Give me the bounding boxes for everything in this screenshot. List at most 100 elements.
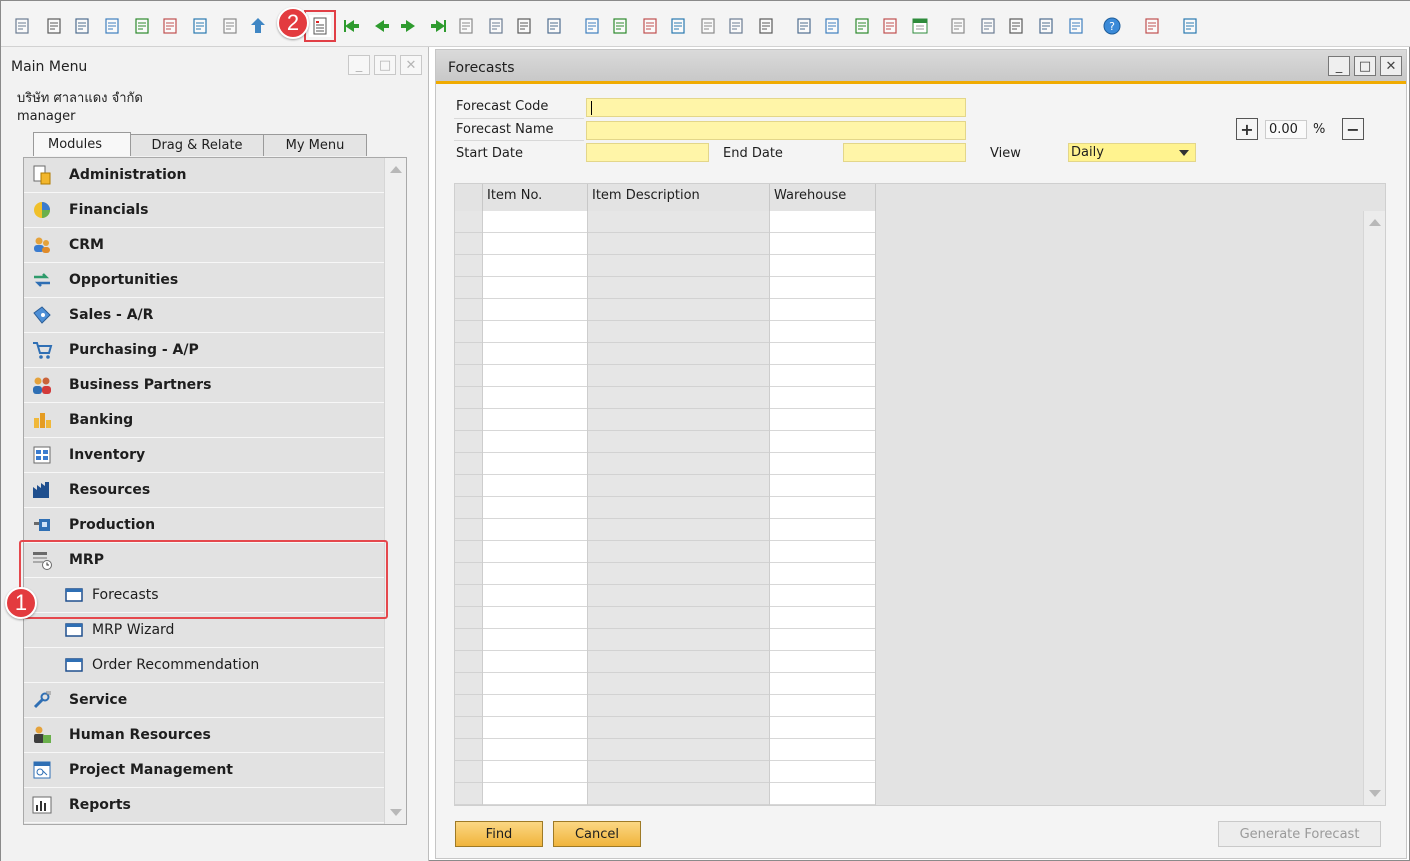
close-icon[interactable]: ✕ (1380, 56, 1402, 76)
message-alt-icon[interactable] (879, 15, 901, 37)
cost-accounting-icon[interactable] (667, 15, 689, 37)
grid-row-selector-column[interactable] (455, 211, 483, 805)
tab-modules[interactable]: Modules (33, 132, 131, 156)
export-excel-alt-icon[interactable] (159, 15, 181, 37)
module-item-sales-a-r[interactable]: Sales - A/R (24, 298, 385, 333)
module-item-crm[interactable]: CRM (24, 228, 385, 263)
next-record-icon[interactable] (397, 15, 419, 37)
email-icon[interactable] (71, 15, 93, 37)
export-pdf-icon[interactable] (219, 15, 241, 37)
message-icon[interactable] (851, 15, 873, 37)
maximize-icon[interactable]: □ (1354, 56, 1376, 76)
minimize-icon[interactable]: _ (1328, 56, 1350, 76)
module-item-banking[interactable]: Banking (24, 403, 385, 438)
module-item-label: Order Recommendation (92, 657, 260, 673)
percent-input[interactable]: 0.00 (1265, 120, 1307, 139)
increase-button[interactable]: + (1236, 118, 1258, 140)
add-on-icon[interactable] (1141, 15, 1163, 37)
help-icon[interactable]: ? (1101, 15, 1123, 37)
refresh-icon[interactable] (455, 15, 477, 37)
create-document-icon[interactable] (793, 15, 815, 37)
view-select[interactable]: Daily (1068, 143, 1196, 162)
minimize-icon[interactable]: _ (348, 55, 370, 75)
sort-icon[interactable] (513, 15, 535, 37)
module-item-financials[interactable]: Financials (24, 193, 385, 228)
percent-unit: % (1313, 122, 1326, 137)
module-item-label: Reports (69, 797, 131, 813)
launch-app-icon[interactable] (247, 15, 269, 37)
module-item-project-management[interactable]: Project Management (24, 753, 385, 788)
previous-record-icon[interactable] (371, 15, 393, 37)
tab-my-menu[interactable]: My Menu (263, 134, 367, 156)
document-journal-icon[interactable] (609, 15, 631, 37)
toolbar: ? (1, 1, 1410, 47)
forecast-code-input[interactable] (586, 98, 966, 117)
last-record-icon[interactable] (427, 15, 449, 37)
add-on-2-icon[interactable] (1179, 15, 1201, 37)
grid-column-item-description[interactable] (588, 211, 770, 805)
print-icon[interactable] (43, 15, 65, 37)
forecast-name-input[interactable] (586, 121, 966, 140)
edit-icon[interactable] (755, 15, 777, 37)
grid-header-warehouse[interactable]: Warehouse (770, 184, 876, 211)
forecast-name-label: Forecast Name (456, 122, 554, 137)
grid-column-item-no[interactable] (483, 211, 588, 805)
calendar-icon[interactable] (909, 15, 931, 37)
user-icon[interactable] (1035, 15, 1057, 37)
maximize-icon[interactable]: □ (374, 55, 396, 75)
module-item-reports[interactable]: Reports (24, 788, 385, 823)
gross-profit-icon[interactable] (639, 15, 661, 37)
financial-report-icon[interactable] (697, 15, 719, 37)
module-list-scrollbar[interactable] (384, 158, 406, 824)
highlight-box-mrp (19, 540, 388, 619)
module-item-administration[interactable]: Administration (24, 158, 385, 193)
module-item-business-partners[interactable]: Business Partners (24, 368, 385, 403)
sms-icon[interactable] (101, 15, 123, 37)
query-icon[interactable] (725, 15, 747, 37)
print-preview-icon[interactable] (11, 15, 33, 37)
form-icon (64, 654, 84, 676)
module-item-production[interactable]: Production (24, 508, 385, 543)
module-item-human-resources[interactable]: Human Resources (24, 718, 385, 753)
grid-header-item-description[interactable]: Item Description (588, 184, 770, 211)
financials-icon (29, 199, 55, 221)
module-item-service[interactable]: Service (24, 683, 385, 718)
close-icon[interactable]: ✕ (400, 55, 422, 75)
production-icon (29, 514, 55, 536)
mail-alert-icon[interactable] (947, 15, 969, 37)
form-settings-icon[interactable] (304, 10, 336, 42)
first-record-icon[interactable] (341, 15, 363, 37)
generate-forecast-button[interactable]: Generate Forecast (1218, 821, 1381, 847)
filter-icon[interactable] (485, 15, 507, 37)
module-item-purchasing-a-p[interactable]: Purchasing - A/P (24, 333, 385, 368)
export-word-icon[interactable] (189, 15, 211, 37)
end-date-input[interactable] (843, 143, 966, 162)
decrease-button[interactable]: − (1342, 118, 1364, 140)
module-item-label: Banking (69, 412, 134, 428)
module-item-label: Service (69, 692, 128, 708)
tab-drag-relate[interactable]: Drag & Relate (130, 134, 264, 156)
grid-header-item-no[interactable]: Item No. (483, 184, 588, 211)
spreadsheet-icon[interactable] (977, 15, 999, 37)
start-date-input[interactable] (586, 143, 709, 162)
module-item-label: Sales - A/R (69, 307, 154, 323)
web-icon[interactable] (1065, 15, 1087, 37)
module-item-resources[interactable]: Resources (24, 473, 385, 508)
module-item-label: Purchasing - A/P (69, 342, 199, 358)
cancel-button[interactable]: Cancel (553, 821, 641, 847)
sales-icon (29, 304, 55, 326)
find-button[interactable]: Find (455, 821, 543, 847)
module-item-label: Business Partners (69, 377, 212, 393)
grid-scrollbar[interactable] (1363, 211, 1385, 805)
module-item-opportunities[interactable]: Opportunities (24, 263, 385, 298)
module-item-label: Inventory (69, 447, 146, 463)
settings-icon[interactable] (821, 15, 843, 37)
module-item-inventory[interactable]: Inventory (24, 438, 385, 473)
grid-column-warehouse[interactable] (770, 211, 876, 805)
forecast-code-label: Forecast Code (456, 99, 549, 114)
base-document-icon[interactable] (543, 15, 565, 37)
export-excel-icon[interactable] (131, 15, 153, 37)
target-document-icon[interactable] (581, 15, 603, 37)
module-item-order-recommendation[interactable]: Order Recommendation (24, 648, 385, 683)
organization-icon[interactable] (1005, 15, 1027, 37)
